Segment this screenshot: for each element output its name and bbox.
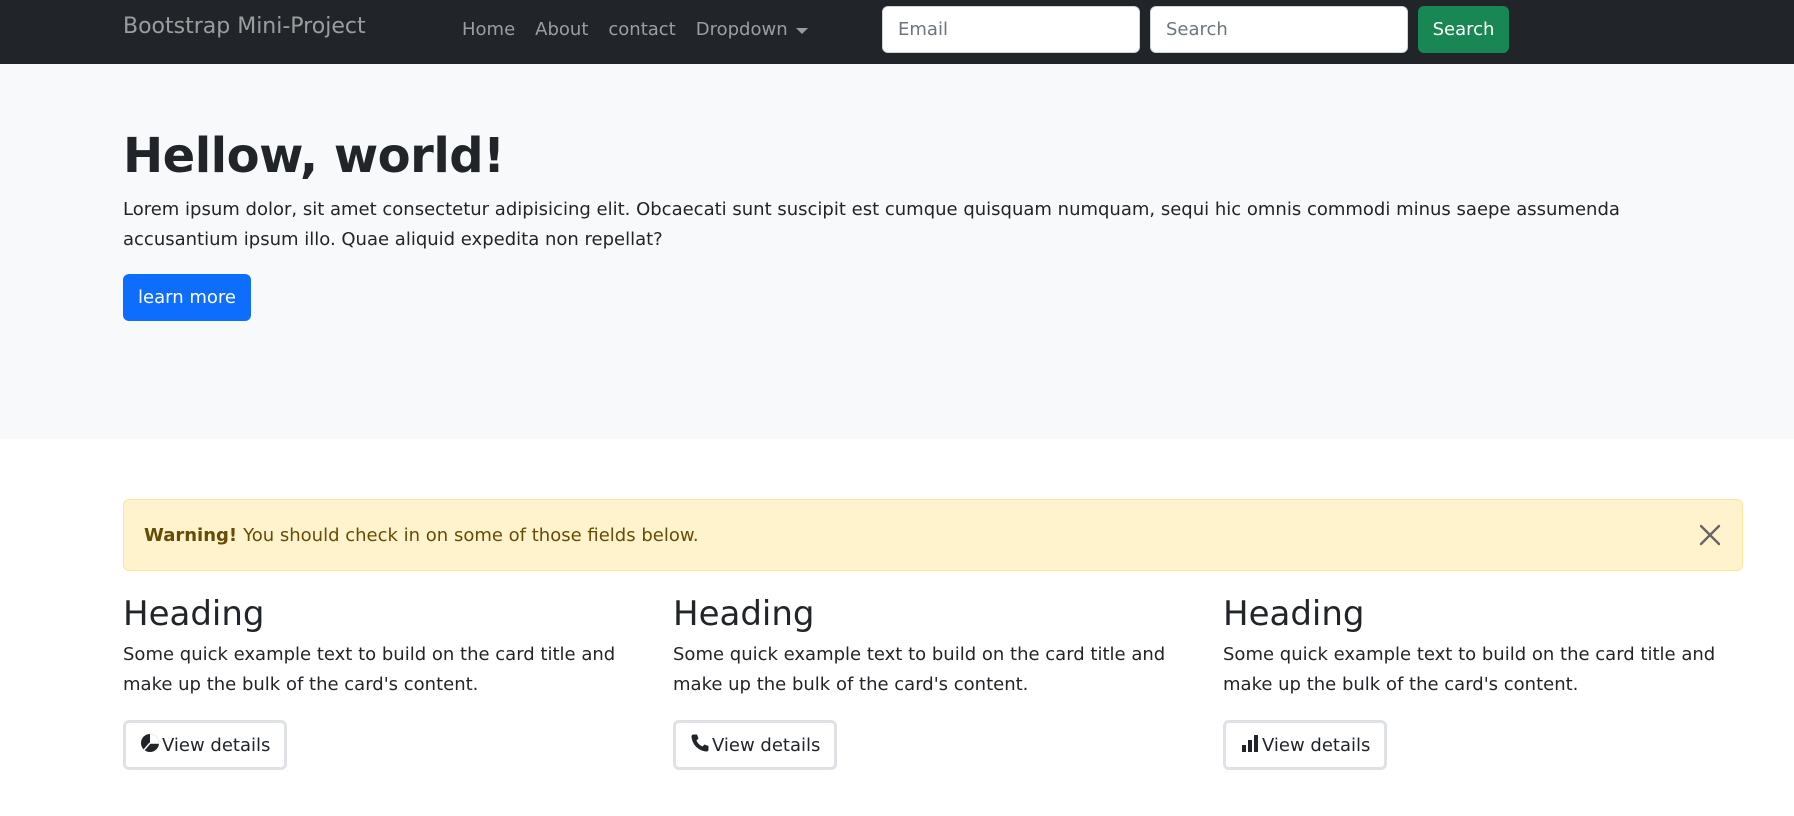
alert-strong: Warning!: [144, 524, 238, 546]
hero-text: Lorem ipsum dolor, sit amet consectetur …: [123, 199, 1620, 250]
search-input[interactable]: [1150, 6, 1408, 53]
card-text: Some quick example text to build on the …: [1223, 644, 1716, 695]
nav-dropdown-toggle[interactable]: Dropdown: [696, 19, 808, 40]
view-details-label: View details: [1262, 734, 1371, 756]
nav-search-form: Search: [882, 6, 1509, 53]
navbar-brand[interactable]: Bootstrap Mini-Project: [123, 14, 366, 39]
nav-links: Home About contact Dropdown: [462, 19, 808, 40]
view-details-label: View details: [162, 734, 271, 756]
card-column: Heading Some quick example text to build…: [1223, 594, 1723, 770]
card-heading: Heading: [673, 594, 815, 634]
email-input[interactable]: [882, 6, 1140, 53]
navbar: Bootstrap Mini-Project Home About contac…: [0, 0, 1794, 64]
caret-down-icon: [795, 27, 808, 34]
alert-message: You should check in on some of those fie…: [243, 524, 699, 546]
nav-link-about[interactable]: About: [535, 19, 588, 40]
card-text: Some quick example text to build on the …: [123, 644, 616, 695]
bar-chart-icon: [1240, 733, 1260, 758]
card-heading: Heading: [123, 594, 265, 634]
learn-more-button[interactable]: learn more: [123, 274, 251, 321]
view-details-button[interactable]: View details: [123, 720, 288, 770]
view-details-button[interactable]: View details: [673, 720, 838, 770]
nav-link-contact[interactable]: contact: [608, 19, 675, 40]
hero-section: Hellow, world! Lorem ipsum dolor, sit am…: [0, 64, 1794, 439]
card-column: Heading Some quick example text to build…: [123, 594, 623, 770]
pie-chart-icon: [140, 733, 160, 758]
warning-alert: Warning! You should check in on some of …: [123, 499, 1743, 571]
search-button[interactable]: Search: [1418, 6, 1509, 53]
view-details-button[interactable]: View details: [1223, 720, 1388, 770]
view-details-label: View details: [712, 734, 821, 756]
nav-dropdown-label: Dropdown: [695, 19, 788, 40]
phone-icon: [690, 733, 710, 758]
nav-link-home[interactable]: Home: [462, 19, 515, 40]
card-text: Some quick example text to build on the …: [673, 644, 1166, 695]
hero-title: Hellow, world!: [123, 128, 505, 184]
card-column: Heading Some quick example text to build…: [673, 594, 1173, 770]
card-heading: Heading: [1223, 594, 1365, 634]
close-icon[interactable]: [1696, 521, 1724, 549]
